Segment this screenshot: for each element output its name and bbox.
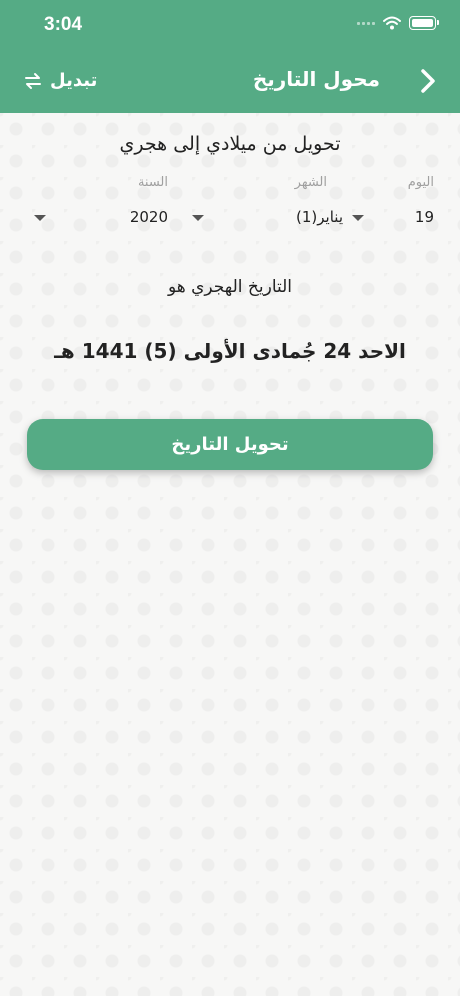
result-label: التاريخ الهجري هو [167, 277, 293, 297]
convert-date-button[interactable]: تحويل التاريخ [27, 419, 433, 470]
section-title: تحويل من ميلادي إلى هجري [119, 133, 341, 155]
status-time: 3:04 [44, 14, 83, 35]
day-dropdown-chevron-icon[interactable] [352, 215, 364, 221]
swap-button[interactable]: تبديل [24, 70, 97, 91]
year-value[interactable]: 2020 [130, 208, 168, 226]
status-icons [357, 16, 439, 30]
converter-panel: تحويل من ميلادي إلى هجري اليوم 19 الشهر … [0, 113, 460, 996]
month-value[interactable]: يناير(1) [296, 208, 343, 226]
hijri-result: الاحد 24 جُمادى الأولى (5) 1441 هـ [54, 339, 406, 363]
cellular-signal-icon [357, 21, 375, 25]
day-value[interactable]: 19 [415, 208, 434, 226]
swap-label: تبديل [50, 70, 98, 91]
back-chevron-icon[interactable] [414, 64, 442, 98]
day-label: اليوم [407, 175, 434, 190]
page-title: محول التاريخ [252, 67, 380, 91]
month-dropdown-chevron-icon[interactable] [192, 215, 204, 221]
month-label: الشهر [294, 175, 327, 190]
year-label: السنة [137, 175, 168, 190]
background-pattern [0, 113, 460, 996]
swap-arrows-icon [25, 72, 41, 89]
app-header: 3:04 محول التاريخ تبديل [0, 0, 460, 113]
year-dropdown-chevron-icon[interactable] [34, 215, 46, 221]
battery-icon [409, 16, 439, 30]
wifi-icon [383, 16, 401, 30]
